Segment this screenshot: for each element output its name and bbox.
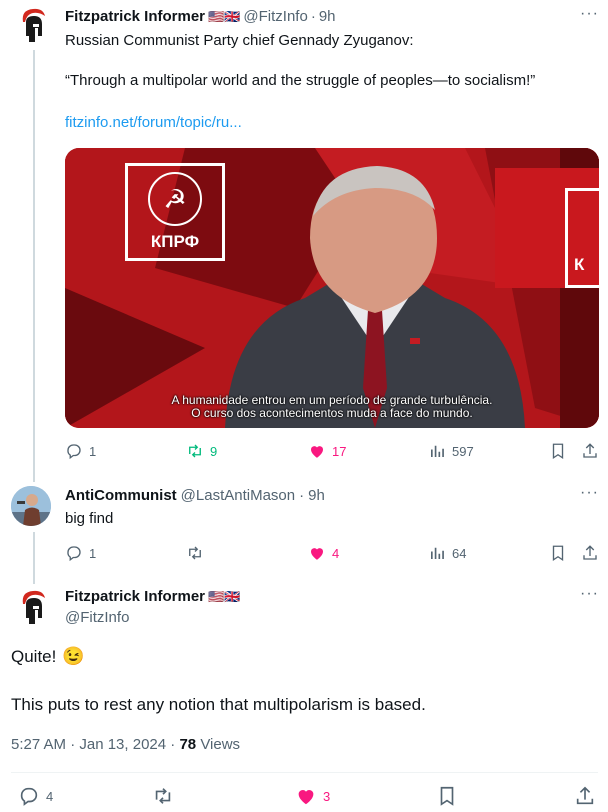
like-count: 4 bbox=[332, 545, 340, 561]
tweet-1-video[interactable]: ☭ КПРФ К A humanidade entrou em um perío… bbox=[65, 148, 599, 428]
separator-dot: · bbox=[299, 487, 305, 504]
avatar[interactable] bbox=[13, 588, 53, 628]
speaker-figure bbox=[225, 166, 525, 428]
author-name[interactable]: AntiCommunist bbox=[65, 487, 177, 504]
divider bbox=[11, 772, 598, 773]
thread-line bbox=[33, 532, 35, 584]
tweet-time[interactable]: 9h bbox=[308, 487, 325, 504]
repost-button[interactable]: 9 bbox=[186, 442, 217, 460]
like-icon bbox=[311, 446, 323, 458]
reply-icon bbox=[67, 546, 81, 562]
video-subtitle: A humanidade entrou em um período de gra… bbox=[65, 394, 599, 420]
tweet-1-quote: “Through a multipolar world and the stru… bbox=[65, 72, 536, 89]
flag-icons: 🇺🇸🇬🇧 bbox=[208, 8, 241, 24]
repost-icon bbox=[189, 546, 201, 560]
share-icon[interactable] bbox=[581, 442, 599, 460]
share-icon[interactable] bbox=[581, 544, 599, 562]
author-name[interactable]: Fitzpatrick Informer bbox=[65, 588, 205, 605]
views-count: 78 bbox=[179, 736, 197, 753]
author-handle[interactable]: @FitzInfo bbox=[243, 8, 307, 25]
like-count: 3 bbox=[323, 788, 331, 804]
tweet-3-meta: 5:27 AM · Jan 13, 2024 · 78 Views bbox=[11, 736, 240, 753]
reply-count: 4 bbox=[46, 788, 54, 804]
more-icon[interactable]: ··· bbox=[580, 484, 599, 502]
views-count: 597 bbox=[452, 443, 474, 459]
reply-count: 1 bbox=[89, 443, 97, 459]
repost-count: 9 bbox=[210, 443, 218, 459]
subtitle-line-2: O curso dos acontecimentos muda a face d… bbox=[191, 406, 473, 420]
separator-dot: · bbox=[310, 8, 316, 25]
author-handle[interactable]: @LastAntiMason bbox=[181, 487, 295, 504]
like-icon bbox=[311, 548, 323, 560]
views-button[interactable]: 597 bbox=[428, 442, 474, 460]
repost-icon bbox=[155, 788, 171, 804]
wink-emoji-icon: 😉 bbox=[62, 646, 85, 666]
like-count: 17 bbox=[332, 443, 347, 459]
more-icon[interactable]: ··· bbox=[580, 5, 599, 23]
like-button[interactable]: 3 bbox=[295, 785, 330, 807]
views-label: Views bbox=[200, 736, 241, 753]
reply-button[interactable]: 4 bbox=[18, 785, 53, 807]
more-icon[interactable]: ··· bbox=[580, 585, 599, 603]
tweet-time[interactable]: 9h bbox=[319, 8, 336, 25]
tweet-3-text-main: Quite! bbox=[11, 646, 57, 666]
reply-icon bbox=[67, 444, 81, 460]
tweet-2-text: big find bbox=[65, 510, 114, 527]
views-button[interactable]: 64 bbox=[428, 544, 466, 562]
like-icon bbox=[298, 790, 314, 805]
like-button[interactable]: 4 bbox=[308, 544, 339, 562]
repost-button[interactable] bbox=[152, 785, 174, 807]
reply-icon bbox=[20, 787, 38, 806]
reply-button[interactable]: 1 bbox=[65, 442, 96, 460]
reply-button[interactable]: 1 bbox=[65, 544, 96, 562]
views-count: 64 bbox=[452, 545, 467, 561]
avatar[interactable] bbox=[13, 6, 53, 46]
tweet-1-line1: Russian Communist Party chief Gennady Zy… bbox=[65, 32, 414, 49]
thread-line bbox=[33, 50, 35, 482]
author-name[interactable]: Fitzpatrick Informer bbox=[65, 8, 205, 25]
share-icon[interactable] bbox=[574, 785, 596, 807]
author-handle[interactable]: @FitzInfo bbox=[65, 609, 129, 626]
repost-button[interactable] bbox=[186, 544, 204, 562]
tweet-3-text-2: This puts to rest any notion that multip… bbox=[11, 695, 426, 714]
views-icon bbox=[431, 445, 444, 457]
bookmark-icon[interactable] bbox=[549, 544, 567, 562]
repost-icon bbox=[189, 444, 201, 458]
tweet-1-link[interactable]: fitzinfo.net/forum/topic/ru... bbox=[65, 114, 242, 131]
bookmark-icon[interactable] bbox=[436, 785, 458, 807]
tweet-3-text-1: Quite! 😉 bbox=[11, 646, 85, 667]
tweet-1-header: Fitzpatrick Informer 🇺🇸🇬🇧 @FitzInfo · 9h bbox=[65, 8, 336, 25]
tweet-timestamp[interactable]: 5:27 AM · Jan 13, 2024 bbox=[11, 736, 166, 753]
like-button[interactable]: 17 bbox=[308, 442, 346, 460]
tweet-3-header: Fitzpatrick Informer 🇺🇸🇬🇧 bbox=[65, 588, 240, 605]
avatar[interactable] bbox=[11, 486, 51, 526]
views-icon bbox=[431, 547, 444, 559]
bookmark-icon[interactable] bbox=[549, 442, 567, 460]
tweet-2-header: AntiCommunist @LastAntiMason · 9h bbox=[65, 487, 325, 504]
reply-count: 1 bbox=[89, 545, 97, 561]
flag-icons: 🇺🇸🇬🇧 bbox=[208, 588, 241, 604]
